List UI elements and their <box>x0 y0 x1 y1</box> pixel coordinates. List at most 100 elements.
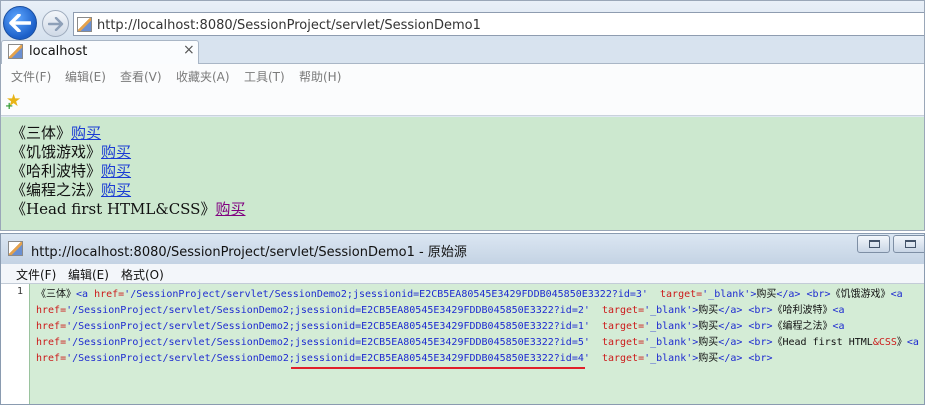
buy-link[interactable]: 购买 <box>101 143 131 161</box>
code-text: 购买 <box>698 305 719 316</box>
minimize-icon <box>869 240 880 248</box>
tab-localhost[interactable]: localhost × <box>1 40 199 64</box>
code-text: 《哈利波特》 <box>772 305 833 316</box>
book-item: 《三体》购买 <box>11 122 101 143</box>
code-attr: href= <box>94 289 125 300</box>
code-value: '/SessionProject/servlet/SessionDemo2;js… <box>66 305 590 316</box>
code-tag: <a <box>906 337 919 348</box>
source-menu-format[interactable]: 格式(O) <box>121 266 164 283</box>
maximize-icon <box>905 240 916 248</box>
page-favicon-icon <box>77 17 92 32</box>
tab-strip: localhost × <box>1 40 924 64</box>
code-line: 《三体》<a href='/SessionProject/servlet/Ses… <box>36 285 903 301</box>
code-attr: href= <box>36 305 67 316</box>
code-text: 《编程之法》 <box>772 321 833 332</box>
code-value: '_blank' <box>644 321 693 332</box>
book-item: 《哈利波特》购买 <box>11 160 131 181</box>
buy-link-visited[interactable]: 购买 <box>215 200 245 218</box>
code-tag: <a <box>832 321 845 332</box>
code-value: '_blank' <box>644 305 693 316</box>
back-arrow-icon <box>9 14 31 32</box>
menu-edit[interactable]: 编辑(E) <box>65 68 106 85</box>
source-window-title: http://localhost:8080/SessionProject/ser… <box>31 245 467 260</box>
code-tag: </a> <box>718 305 743 316</box>
source-menu-bar: 文件(F) 编辑(E) 格式(O) <box>1 264 924 284</box>
code-line: href='/SessionProject/servlet/SessionDem… <box>36 349 773 365</box>
code-tag: <br> <box>742 353 773 364</box>
code-attr: href= <box>36 353 67 364</box>
book-title: 《Head first HTML&CSS》 <box>11 200 216 218</box>
view-source-window: http://localhost:8080/SessionProject/ser… <box>0 233 925 405</box>
address-url[interactable]: http://localhost:8080/SessionProject/ser… <box>97 18 481 33</box>
code-tag: <a <box>890 289 903 300</box>
book-item: 《饥饿游戏》购买 <box>11 141 131 162</box>
book-item: 《编程之法》购买 <box>11 179 131 200</box>
menu-tools[interactable]: 工具(T) <box>244 68 285 85</box>
code-attr: target= <box>589 337 645 348</box>
code-value: '/SessionProject/servlet/SessionDemo2;js… <box>66 337 590 348</box>
buy-link[interactable]: 购买 <box>71 124 101 142</box>
code-tag: <a <box>832 305 845 316</box>
buy-link[interactable]: 购买 <box>101 162 131 180</box>
code-value: '_blank' <box>644 353 693 364</box>
add-favorites-plus-icon: + <box>5 101 14 112</box>
code-line: href='/SessionProject/servlet/SessionDem… <box>36 333 919 349</box>
menu-help[interactable]: 帮助(H) <box>299 68 341 85</box>
book-item: 《Head first HTML&CSS》购买 <box>11 198 245 219</box>
code-text: 《三体》 <box>36 289 76 300</box>
page-content: 《三体》购买 《饥饿游戏》购买 《哈利波特》购买 《编程之法》购买 《Head … <box>1 117 924 230</box>
code-tag: <br> <box>742 321 773 332</box>
code-attr: target= <box>589 353 645 364</box>
line-number-gutter: 1 <box>1 284 30 404</box>
book-title: 《饥饿游戏》 <box>11 143 102 161</box>
tab-title: localhost <box>29 44 88 59</box>
maximize-button[interactable] <box>893 235 924 253</box>
tab-close-icon[interactable]: × <box>183 42 195 58</box>
code-tag: <br> <box>742 337 773 348</box>
code-tag: <a <box>76 289 95 300</box>
back-button[interactable] <box>3 6 37 40</box>
code-line: href='/SessionProject/servlet/SessionDem… <box>36 317 845 333</box>
book-title: 《三体》 <box>11 124 72 142</box>
book-title: 《哈利波特》 <box>11 162 102 180</box>
source-title-bar: http://localhost:8080/SessionProject/ser… <box>1 234 924 264</box>
address-bar-row: http://localhost:8080/SessionProject/ser… <box>1 1 924 41</box>
code-tag: </a> <box>718 353 743 364</box>
favorites-bar: ★ + <box>1 88 924 116</box>
code-attr: target= <box>589 305 645 316</box>
code-attr: target= <box>647 289 703 300</box>
source-window-icon <box>8 241 23 256</box>
source-menu-file[interactable]: 文件(F) <box>16 266 56 283</box>
book-title: 《编程之法》 <box>11 181 102 199</box>
line-number: 1 <box>17 286 24 297</box>
code-line: href='/SessionProject/servlet/SessionDem… <box>36 301 845 317</box>
menu-file[interactable]: 文件(F) <box>11 68 51 85</box>
buy-link[interactable]: 购买 <box>101 181 131 199</box>
code-text: 购买 <box>698 321 719 332</box>
code-text: 购买 <box>698 353 719 364</box>
minimize-button[interactable] <box>857 235 890 253</box>
tab-favicon-icon <box>8 44 23 59</box>
code-tag: <br> <box>800 289 831 300</box>
source-code-area[interactable]: 1 《三体》<a href='/SessionProject/servlet/S… <box>1 284 924 404</box>
code-text: 购买 <box>756 289 777 300</box>
address-bar[interactable]: http://localhost:8080/SessionProject/ser… <box>73 12 924 36</box>
code-value: '_blank' <box>702 289 751 300</box>
code-text: 《Head first HTML <box>772 337 873 348</box>
forward-button[interactable] <box>42 10 69 37</box>
code-text: 》 <box>896 337 907 348</box>
code-tag: </a> <box>718 337 743 348</box>
jsessionid-highlight-underline <box>291 367 585 369</box>
code-tag: </a> <box>718 321 743 332</box>
browser-window: http://localhost:8080/SessionProject/ser… <box>0 0 925 231</box>
code-value: '/SessionProject/servlet/SessionDemo2;js… <box>124 289 648 300</box>
menu-bar: 文件(F) 编辑(E) 查看(V) 收藏夹(A) 工具(T) 帮助(H) <box>1 64 924 88</box>
code-attr: href= <box>36 321 67 332</box>
forward-arrow-icon <box>47 16 63 31</box>
menu-favorites[interactable]: 收藏夹(A) <box>176 68 230 85</box>
code-text: 《饥饿游戏》 <box>830 289 891 300</box>
code-value: '/SessionProject/servlet/SessionDemo2;js… <box>66 353 590 364</box>
source-menu-edit[interactable]: 编辑(E) <box>68 266 109 283</box>
code-value: '_blank' <box>644 337 693 348</box>
menu-view[interactable]: 查看(V) <box>120 68 162 85</box>
